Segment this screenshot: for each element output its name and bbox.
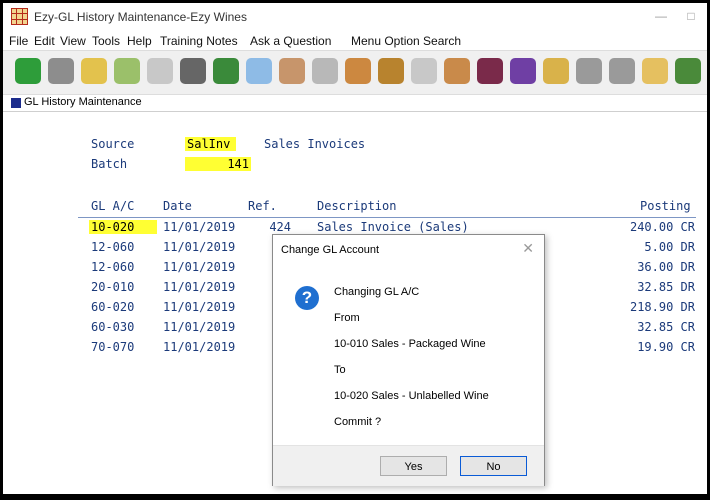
- toolbar: [3, 50, 707, 95]
- gear-icon[interactable]: [576, 58, 602, 84]
- card-icon[interactable]: [246, 58, 272, 84]
- row-posting: 32.85 CR: [637, 320, 695, 334]
- row-posting: 240.00 CR: [629, 220, 695, 234]
- col-header-ref: Ref.: [248, 199, 277, 213]
- row-date: 11/01/2019: [163, 240, 236, 254]
- dialog-heading: Changing GL A/C: [334, 286, 420, 298]
- col-header-posting: Posting: [640, 199, 691, 213]
- header-divider: [78, 217, 696, 218]
- source-field[interactable]: SalInv: [185, 137, 236, 151]
- menu-training-notes[interactable]: Training Notes: [160, 34, 238, 48]
- screen-frame: Ezy-GL History Maintenance-Ezy Wines — □…: [0, 0, 710, 500]
- menu-edit[interactable]: Edit: [34, 34, 55, 48]
- shopping-icon[interactable]: [378, 58, 404, 84]
- box-icon[interactable]: [642, 58, 668, 84]
- menu-option-search[interactable]: Menu Option Search: [351, 34, 461, 48]
- row-description: Sales Invoice (Sales): [317, 220, 469, 234]
- menu-ask-question[interactable]: Ask a Question: [250, 34, 331, 48]
- row-posting: 5.00 DR: [644, 240, 695, 254]
- forward-arrow-icon[interactable]: [48, 58, 74, 84]
- app-window: Ezy-GL History Maintenance-Ezy Wines — □…: [3, 3, 707, 494]
- row-date: 11/01/2019: [163, 320, 236, 334]
- batch-label: Batch: [91, 157, 128, 171]
- glass-icon[interactable]: [411, 58, 437, 84]
- row-account: 70-070: [91, 340, 135, 354]
- dialog-to-value: 10-020 Sales - Unlabelled Wine: [334, 390, 489, 402]
- wrench-icon[interactable]: [312, 58, 338, 84]
- row-posting: 218.90 DR: [629, 300, 695, 314]
- close-icon[interactable]: ✕: [522, 240, 534, 257]
- batch-field[interactable]: 141: [185, 157, 251, 171]
- dialog-from-value: 10-010 Sales - Packaged Wine: [334, 338, 486, 350]
- row-account: 12-060: [91, 240, 135, 254]
- row-date: 11/01/2019: [163, 220, 236, 234]
- col-header-account: GL A/C: [91, 199, 135, 213]
- window-title: Ezy-GL History Maintenance-Ezy Wines: [34, 10, 247, 24]
- folder-icon[interactable]: [81, 58, 107, 84]
- app-logo-icon: [11, 8, 28, 25]
- row-account: 12-060: [91, 260, 135, 274]
- row-date: 11/01/2019: [163, 260, 236, 274]
- grapes-icon[interactable]: [510, 58, 536, 84]
- row-posting: 32.85 DR: [637, 280, 695, 294]
- row-posting: 36.00 DR: [637, 260, 695, 274]
- menu-help[interactable]: Help: [127, 34, 152, 48]
- form-header: GL History Maintenance: [3, 95, 707, 112]
- row-account: 60-020: [91, 300, 135, 314]
- source-description: Sales Invoices: [264, 137, 366, 151]
- change-gl-account-dialog: Change GL Account ✕ ? Changing GL A/C Fr…: [272, 234, 545, 486]
- dialog-button-bar: Yes No: [273, 445, 544, 486]
- source-label: Source: [91, 137, 135, 151]
- dialog-commit-question: Commit ?: [334, 416, 382, 428]
- person-icon[interactable]: [444, 58, 470, 84]
- yes-button[interactable]: Yes: [380, 456, 447, 476]
- row-account: 60-030: [91, 320, 135, 334]
- col-header-description: Description: [317, 199, 397, 213]
- users-icon[interactable]: [279, 58, 305, 84]
- minimize-button[interactable]: —: [651, 7, 671, 25]
- brush-icon[interactable]: [147, 58, 173, 84]
- row-posting: 19.90 CR: [637, 340, 695, 354]
- row-date: 11/01/2019: [163, 280, 236, 294]
- no-button[interactable]: No: [460, 456, 527, 476]
- col-header-date: Date: [163, 199, 192, 213]
- crate-icon[interactable]: [543, 58, 569, 84]
- row-date: 11/01/2019: [163, 340, 236, 354]
- maximize-button[interactable]: □: [681, 7, 701, 25]
- row-date: 11/01/2019: [163, 300, 236, 314]
- edit-icon[interactable]: [114, 58, 140, 84]
- bottle-icon[interactable]: [477, 58, 503, 84]
- form-icon: [11, 98, 21, 108]
- row-ref: 424: [269, 220, 291, 234]
- menu-view[interactable]: View: [60, 34, 86, 48]
- leaf-icon[interactable]: [675, 58, 701, 84]
- money-icon[interactable]: [213, 58, 239, 84]
- question-icon: ?: [295, 286, 319, 310]
- dialog-from-label: From: [334, 312, 360, 324]
- barrel-icon[interactable]: [345, 58, 371, 84]
- menu-bar: File Edit View Tools Help Training Notes…: [3, 31, 707, 50]
- menu-tools[interactable]: Tools: [92, 34, 120, 48]
- building-icon[interactable]: [180, 58, 206, 84]
- form-title: GL History Maintenance: [24, 96, 142, 108]
- menu-file[interactable]: File: [9, 34, 28, 48]
- back-arrow-icon[interactable]: [15, 58, 41, 84]
- row-account: 20-010: [91, 280, 135, 294]
- dialog-title: Change GL Account: [281, 244, 380, 256]
- dialog-to-label: To: [334, 364, 346, 376]
- row-account: 10-020: [89, 220, 157, 234]
- title-bar: Ezy-GL History Maintenance-Ezy Wines — □: [3, 3, 707, 31]
- cylinder-icon[interactable]: [609, 58, 635, 84]
